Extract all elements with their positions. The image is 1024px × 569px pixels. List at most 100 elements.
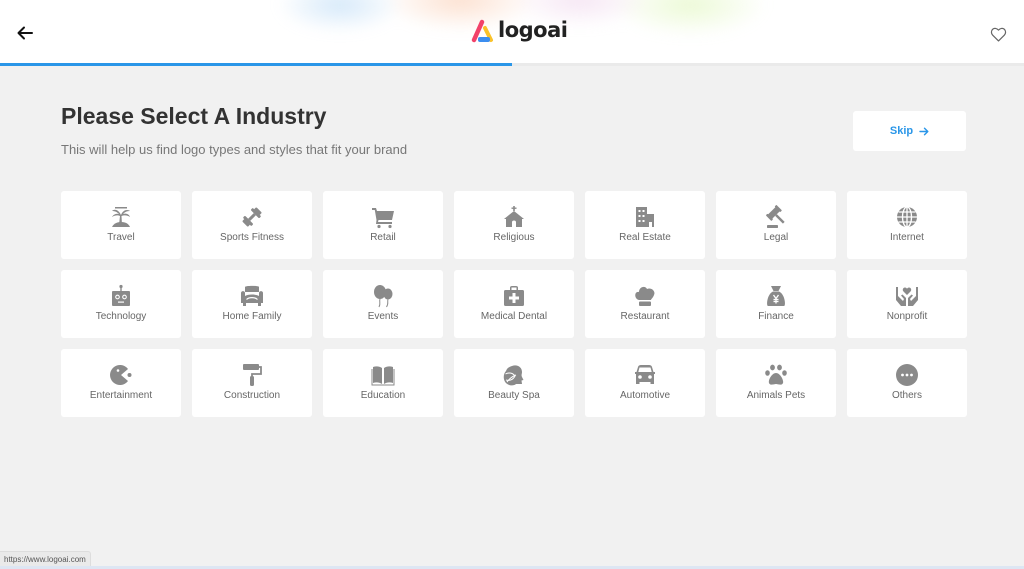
industry-card-nonprofit[interactable]: Nonprofit	[847, 270, 967, 338]
industry-card-medical-dental[interactable]: Medical Dental	[454, 270, 574, 338]
leaf-face-icon	[502, 363, 526, 387]
industry-label: Events	[367, 311, 399, 322]
first-aid-kit-icon	[504, 286, 524, 306]
page-subtitle: This will help us find logo types and st…	[61, 142, 408, 157]
industry-label: Construction	[223, 390, 281, 401]
dumbbell-icon	[240, 205, 264, 229]
first-aid-kit-icon	[502, 284, 526, 308]
paint-roller-icon	[243, 364, 262, 386]
industry-label: Others	[891, 390, 922, 401]
chef-hat-icon	[635, 286, 655, 306]
money-bag-icon	[767, 286, 785, 306]
industry-card-sports-fitness[interactable]: Sports Fitness	[192, 191, 312, 259]
industry-card-travel[interactable]: Travel	[61, 191, 181, 259]
balloons-icon	[374, 285, 393, 308]
industry-label: Real Estate	[619, 232, 671, 243]
gavel-icon	[766, 205, 785, 228]
industry-label: Retail	[370, 232, 396, 243]
car-icon	[635, 365, 655, 384]
chef-hat-icon	[633, 284, 657, 308]
industry-label: Beauty Spa	[488, 390, 540, 401]
balloons-icon	[371, 284, 395, 308]
globe-icon	[897, 206, 917, 228]
logo[interactable]: logoai	[470, 17, 568, 45]
paw-icon	[764, 363, 788, 387]
progress-bar	[0, 63, 1024, 66]
building-icon	[633, 205, 657, 229]
industry-label: Sports Fitness	[220, 232, 284, 243]
industry-label: Internet	[890, 232, 924, 243]
leaf-face-icon	[503, 365, 524, 386]
church-icon	[502, 205, 526, 229]
shopping-cart-icon	[371, 205, 395, 229]
skip-label: Skip	[889, 125, 914, 137]
industry-card-real-estate[interactable]: Real Estate	[585, 191, 705, 259]
industry-card-technology[interactable]: Technology	[61, 270, 181, 338]
industry-card-beauty-spa[interactable]: Beauty Spa	[454, 349, 574, 417]
dumbbell-icon	[242, 207, 262, 227]
hands-heart-icon	[895, 284, 919, 308]
industry-card-restaurant[interactable]: Restaurant	[585, 270, 705, 338]
church-icon	[504, 206, 524, 227]
page-title: Please Select A Industry	[61, 103, 327, 129]
industry-label: Travel	[107, 232, 135, 243]
industry-card-education[interactable]: Education	[323, 349, 443, 417]
industry-card-animals-pets[interactable]: Animals Pets	[716, 349, 836, 417]
industry-card-automotive[interactable]: Automotive	[585, 349, 705, 417]
industry-card-religious[interactable]: Religious	[454, 191, 574, 259]
pacman-icon	[109, 363, 133, 387]
industry-label: Finance	[758, 311, 794, 322]
logo-mark-icon	[471, 19, 493, 43]
industry-card-finance[interactable]: Finance	[716, 270, 836, 338]
robot-icon	[109, 284, 133, 308]
shopping-cart-icon	[372, 208, 394, 229]
palm-tree-icon	[112, 207, 130, 227]
money-bag-icon	[764, 284, 788, 308]
industry-card-others[interactable]: Others	[847, 349, 967, 417]
more-dots-icon	[895, 363, 919, 387]
palm-tree-icon	[109, 205, 133, 229]
car-icon	[633, 363, 657, 387]
industry-label: Animals Pets	[746, 390, 806, 401]
pacman-icon	[110, 365, 132, 385]
arrow-right-icon	[919, 127, 929, 135]
gavel-icon	[764, 205, 788, 229]
armchair-icon	[241, 285, 263, 306]
industry-label: Legal	[763, 232, 789, 243]
industry-card-legal[interactable]: Legal	[716, 191, 836, 259]
building-icon	[636, 207, 654, 227]
globe-icon	[895, 205, 919, 229]
industry-label: Automotive	[619, 390, 671, 401]
logo-text: logoai	[498, 18, 568, 42]
industry-card-retail[interactable]: Retail	[323, 191, 443, 259]
paw-icon	[765, 364, 787, 385]
more-dots-icon	[896, 364, 918, 386]
industry-label: Religious	[493, 232, 535, 243]
heart-outline-icon	[990, 27, 1006, 42]
arrow-left-icon	[17, 26, 33, 40]
industry-card-home-family[interactable]: Home Family	[192, 270, 312, 338]
progress-bar-fill	[0, 63, 512, 66]
industry-label: Restaurant	[620, 311, 670, 322]
industry-label: Nonprofit	[886, 311, 928, 322]
header-bar: logoai	[0, 0, 1024, 66]
skip-button[interactable]: Skip	[853, 111, 966, 151]
industry-card-entertainment[interactable]: Entertainment	[61, 349, 181, 417]
open-book-icon	[371, 363, 395, 387]
industry-card-events[interactable]: Events	[323, 270, 443, 338]
industry-grid: Travel Sports Fitness Retail Religious Real …	[61, 191, 967, 417]
back-button[interactable]	[14, 22, 36, 44]
industry-label: Technology	[95, 311, 147, 322]
status-bar-url: https://www.logoai.com	[0, 551, 91, 566]
industry-label: Home Family	[222, 311, 282, 322]
industry-label: Entertainment	[89, 390, 153, 401]
paint-roller-icon	[240, 363, 264, 387]
open-book-icon	[371, 366, 395, 386]
robot-icon	[112, 284, 130, 306]
hands-heart-icon	[896, 287, 918, 306]
industry-label: Medical Dental	[480, 311, 548, 322]
favorite-button[interactable]	[987, 23, 1009, 45]
industry-card-internet[interactable]: Internet	[847, 191, 967, 259]
armchair-icon	[240, 284, 264, 308]
industry-card-construction[interactable]: Construction	[192, 349, 312, 417]
